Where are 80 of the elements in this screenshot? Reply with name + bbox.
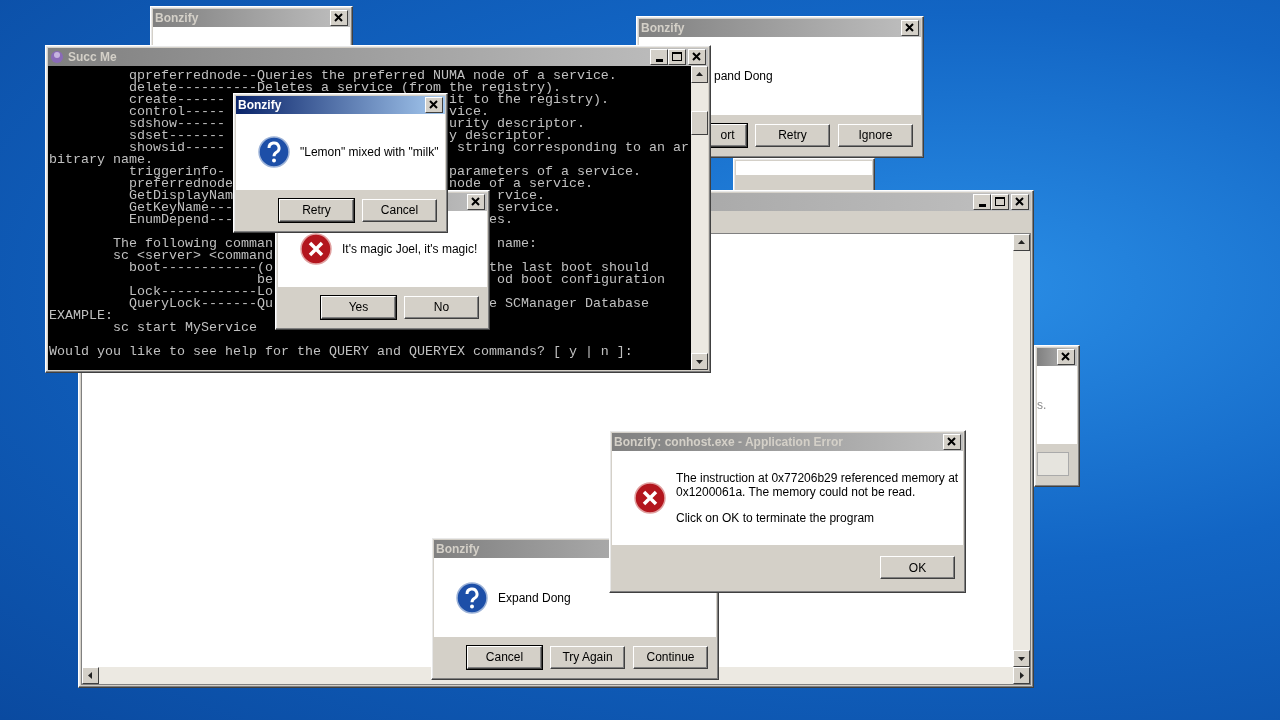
question-icon — [456, 581, 488, 614]
window-title: Bonzify — [238, 98, 283, 112]
console-text: the last boot should — [489, 262, 649, 274]
dialog-button[interactable]: Retry — [755, 123, 830, 147]
close-button[interactable] — [1057, 349, 1075, 365]
console-text: es. — [489, 214, 513, 226]
close-button[interactable] — [901, 20, 919, 36]
console-text: The following comman — [112, 236, 273, 251]
dialog-button[interactable]: Yes — [321, 295, 396, 319]
console-text: boot------------(o — [127, 260, 273, 275]
console-text: Lock------------Lo — [127, 284, 273, 299]
dialog-button[interactable]: No — [404, 295, 479, 319]
console-text: EXAMPLE: — [49, 308, 113, 323]
window-title: Bonzify — [641, 21, 686, 35]
scroll-up-button[interactable] — [1013, 234, 1030, 251]
dialog-message: s. — [1037, 398, 1047, 412]
console-text: service. — [496, 202, 561, 214]
dialog-button[interactable]: Try Again — [550, 645, 625, 669]
close-button[interactable] — [467, 194, 485, 210]
question-icon — [258, 136, 290, 168]
close-button[interactable] — [330, 10, 348, 26]
console-text: string corresponding to an ar — [457, 142, 689, 154]
close-button[interactable] — [688, 49, 706, 65]
console-text: rvice. — [496, 190, 545, 202]
dialog-button[interactable]: Ignore — [838, 123, 913, 147]
console-text: vice. — [449, 106, 489, 118]
minimize-button[interactable] — [650, 49, 668, 65]
window-title: Bonzify — [436, 542, 481, 556]
dialog-message: Expand Dong — [498, 590, 571, 605]
maximize-button[interactable] — [668, 49, 686, 65]
console-text: sdset------- — [127, 128, 225, 143]
console-text: bitrary name. — [49, 152, 153, 167]
scroll-left-button[interactable] — [82, 667, 99, 684]
dialog-button[interactable]: Continue — [633, 645, 708, 669]
console-text: name: — [496, 238, 537, 250]
scroll-down-button[interactable] — [691, 353, 708, 370]
console-text: QueryLock-------Qu — [127, 296, 273, 311]
console-text: urity descriptor. — [449, 118, 585, 130]
dialog-message: pand Dong — [714, 69, 773, 83]
minimize-button[interactable] — [973, 194, 991, 210]
app-icon — [50, 50, 64, 64]
error-icon — [634, 482, 666, 514]
close-button[interactable] — [943, 434, 961, 450]
scrollbar[interactable] — [691, 66, 708, 370]
scroll-down-button[interactable] — [1013, 650, 1030, 667]
console-text: triggerinfo- — [127, 164, 225, 179]
dialog-button[interactable]: Cancel — [467, 645, 542, 669]
window-title: Bonzify — [155, 11, 200, 25]
close-button[interactable] — [425, 97, 443, 113]
console-text: node of a service. — [449, 178, 593, 190]
console-text: od boot configuration — [496, 274, 665, 286]
minimize-icon — [655, 58, 663, 62]
maximize-icon — [992, 195, 1008, 209]
dialog-message: The instruction at 0x77206b29 referenced memory at 0x1200061a. The memory could not be read. — [676, 471, 960, 499]
close-button[interactable] — [1011, 194, 1029, 210]
dialog-message: "Lemon" mixed with "milk" — [300, 145, 439, 159]
maximize-button[interactable] — [991, 194, 1009, 210]
console-text: e SCManager Database — [489, 298, 649, 310]
dialog-message: It's magic Joel, it's magic! — [342, 242, 478, 256]
maximize-icon — [669, 50, 685, 64]
console-text: showsid----- — [127, 140, 225, 155]
console-text: sc start MyService — [112, 320, 257, 335]
console-text: create------ — [127, 92, 225, 107]
scroll-right-button[interactable] — [1013, 667, 1030, 684]
console-text: it to the registry). — [449, 94, 609, 106]
console-text: y descriptor. — [449, 130, 553, 142]
console-text: qpreferrednode--Queries the preferred NUMA node of a service. — [127, 68, 617, 83]
console-text: sdshow------ — [127, 116, 225, 131]
dialog-button[interactable]: Cancel — [362, 198, 437, 222]
minimize-icon — [978, 203, 986, 207]
scrollbar[interactable] — [1013, 234, 1030, 667]
console-text: control----- — [127, 104, 225, 119]
dialog-message: Click on OK to terminate the program — [676, 511, 876, 525]
scroll-up-button[interactable] — [691, 66, 708, 83]
console-text: Would you like to see help for the QUERY and QUERYEX commands? [ y | n ]: — [49, 344, 633, 359]
console-text: parameters of a service. — [449, 166, 641, 178]
dialog-button[interactable]: OK — [880, 556, 955, 579]
dialog-button[interactable]: Retry — [279, 198, 354, 222]
scrollbar-thumb[interactable] — [691, 111, 708, 135]
window-title: Succ Me — [68, 50, 118, 64]
